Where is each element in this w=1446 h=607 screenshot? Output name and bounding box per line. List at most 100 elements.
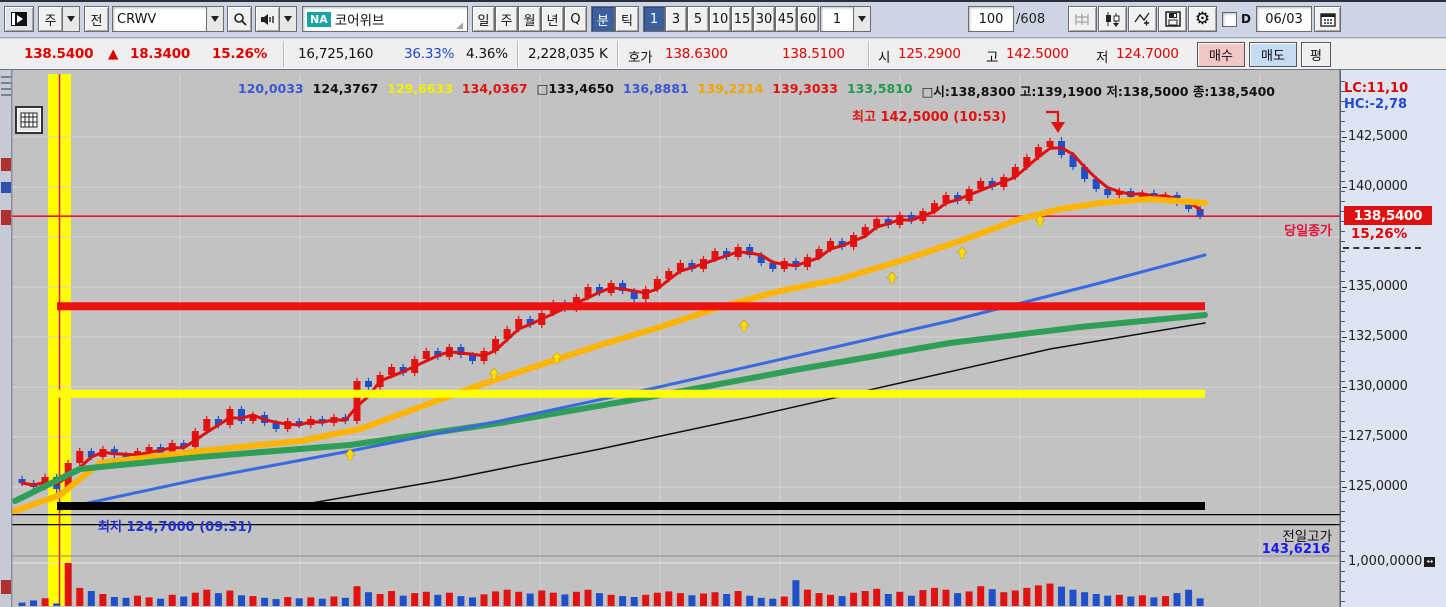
bars-count-input[interactable]: 100 [968,6,1014,32]
period-button-월[interactable]: 월 [518,6,541,32]
candle-style-button[interactable] [1098,6,1127,32]
interval-button-group: 1 3 5 10 15 30 45 60 [643,6,819,32]
price-tick-140,0000: 140,0000 [1342,179,1408,194]
volume: 16,725,160 [298,46,374,62]
indicator-legend: 120,0033 124,3767 129,6633 134,0367 □133,465… [238,81,1275,100]
price-tick-127,5000: 127,5000 [1342,429,1408,444]
interval-button-15[interactable]: 15 [731,6,753,32]
settings-button[interactable]: ⚙ [1188,6,1217,32]
grid-icon [20,112,38,128]
prev-day-high-value: 143,6216 [1261,542,1330,557]
interval-button-45[interactable]: 45 [775,6,797,32]
net-grid-icon [1075,13,1089,25]
legend-item: 133,5810 [846,81,913,96]
speaker-icon [261,13,274,25]
sell-button[interactable]: 매도 [1249,42,1297,67]
tick-mode-button[interactable]: 틱 [615,6,639,32]
market-badge: NA [307,11,331,27]
legend-item: □133,4650 [536,81,615,96]
period-button-group: 일주월년Q [472,6,587,32]
custom-interval-input[interactable]: 1 [820,6,854,32]
sell-label: 매도 [1261,49,1285,64]
high-price: 142.5000 [1006,46,1069,62]
buy-label: 매수 [1209,49,1233,64]
current-price-value: 138,5400 [1353,207,1423,224]
floppy-disk-icon [1164,11,1181,27]
left-tool-strip[interactable] [0,70,12,607]
session-high-annotation: 최고 142,5000 (10:53) [852,110,1007,125]
week-quick-button[interactable]: 주 [38,6,63,32]
price-tick-130,0000: 130,0000 [1342,379,1408,394]
period-button-일[interactable]: 일 [472,6,495,32]
up-arrow-icon: ▲ [108,46,119,62]
sound-button[interactable] [255,6,280,32]
prev-symbol-button[interactable]: 전 [84,6,109,32]
legend-item: 136,8881 [623,81,689,96]
legend-item: 129,6633 [387,81,453,96]
week-quick-dropdown[interactable] [63,6,80,32]
line-study-button[interactable] [1128,6,1157,32]
buy-button[interactable]: 매수 [1197,42,1245,67]
bars-count-value: 100 [978,11,1004,27]
tick-mode-label: 틱 [621,13,633,29]
chevron-down-icon [284,16,292,22]
average-button[interactable]: 평 [1301,42,1331,67]
trendline-icon [1134,12,1150,26]
d-checkbox-label: D [1241,12,1251,26]
minute-mode-button[interactable]: 분 [591,6,615,32]
custom-interval-dropdown[interactable] [854,6,871,32]
interval-button-30[interactable]: 30 [753,6,775,32]
strip-mark [1,94,11,96]
volume-ratio: 36.33% [404,46,455,62]
divider [283,41,285,67]
sound-dropdown[interactable] [280,6,297,32]
panel-arrow-icon [11,12,27,26]
divider [868,41,870,67]
save-button[interactable] [1158,6,1187,32]
last-price: 138.5400 [24,46,94,62]
grid-toggle-button[interactable] [15,106,43,134]
interval-button-60[interactable]: 60 [797,6,819,32]
open-label: 시 [878,50,891,66]
grid-lines-button[interactable] [1068,6,1097,32]
d-checkbox[interactable] [1222,11,1237,27]
legend-item: 124,3767 [312,81,379,96]
price-axis-panel[interactable]: LC:11,10 HC:-2,78 142,5000 140,0000 135,00… [1340,70,1446,607]
period-button-주[interactable]: 주 [495,6,518,32]
date-input[interactable]: 06/03 [1256,6,1312,32]
search-button[interactable] [227,6,252,32]
current-change-pct: 15,26% [1351,226,1408,242]
panel-toggle-button[interactable] [4,6,34,32]
symbol-input[interactable]: CRWV [112,6,207,32]
strip-mark-red [1,580,11,594]
candlestick-icon [1106,12,1120,27]
price-tick-135,0000: 135,0000 [1342,279,1408,294]
interval-button-10[interactable]: 10 [709,6,731,32]
volume-scale-icon[interactable]: ↔ [1424,556,1436,567]
average-label: 평 [1310,49,1322,64]
current-price-box: 138,5400 [1344,206,1432,225]
strip-mark-red [1,158,11,171]
chevron-down-icon [67,16,75,22]
period-button-년[interactable]: 년 [541,6,564,32]
symbol-text: CRWV [117,11,157,27]
legend-item: □시:138,8300 고:139,1900 저:138,5000 종:138,… [921,84,1275,99]
high-label: 고 [986,50,999,66]
interval-button-5[interactable]: 5 [687,6,709,32]
calendar-button[interactable] [1314,6,1341,32]
interval-button-1[interactable]: 1 [643,6,665,32]
volume-axis-label: 1,000,0000 ↔ [1348,554,1436,569]
open-price: 125.2900 [898,46,961,62]
interval-button-3[interactable]: 3 [665,6,687,32]
symbol-dropdown[interactable] [207,6,224,32]
low-label: 저 [1096,50,1109,66]
price-tick-142,5000: 142,5000 [1342,129,1408,144]
strip-mark-blue [1,182,11,193]
chevron-down-icon [211,16,219,22]
symbol-name-field[interactable]: NA 코어위브 ◢ [302,6,468,32]
period-button-Q[interactable]: Q [564,6,587,32]
date-value: 06/03 [1265,11,1303,27]
price-change: 18.3400 [130,46,191,62]
resize-handle-icon[interactable]: ◢ [456,21,463,31]
bars-total-label: /608 [1016,11,1046,27]
